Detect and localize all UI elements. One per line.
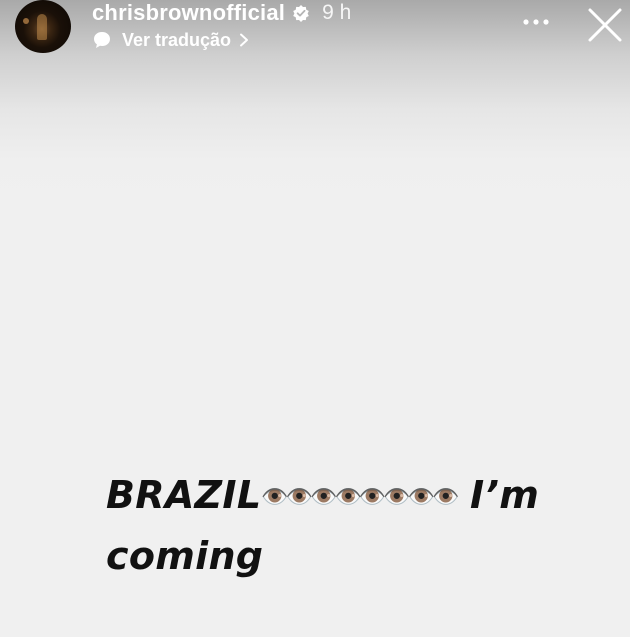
story-caption: BRAZIL👁️👁️👁️👁️👁️👁️👁️👁️ I’m coming	[106, 466, 586, 585]
translate-label: Ver tradução	[122, 29, 232, 50]
translate-link[interactable]: Ver tradução	[92, 28, 249, 52]
avatar-light	[23, 18, 29, 24]
story-header: chrisbrownofficial 9 h Ver tradução	[0, 0, 630, 60]
avatar-figure	[37, 14, 47, 40]
verified-badge-icon	[292, 4, 310, 22]
time-ago: 9 h	[322, 1, 352, 24]
username-row: chrisbrownofficial 9 h	[92, 0, 351, 26]
caption-line-1: BRAZIL👁️👁️👁️👁️👁️👁️👁️👁️ I’m	[106, 466, 586, 527]
username[interactable]: chrisbrownofficial	[92, 0, 285, 26]
caption-line-2: coming	[106, 534, 264, 578]
avatar[interactable]	[15, 0, 71, 53]
story-view: chrisbrownofficial 9 h Ver tradução BRAZ…	[0, 0, 630, 637]
eyes-emoji: 👁️👁️👁️👁️👁️👁️👁️👁️	[261, 485, 459, 510]
caption-word-brazil: BRAZIL	[106, 473, 262, 517]
more-horizontal-icon[interactable]	[520, 12, 552, 32]
close-icon[interactable]	[586, 6, 624, 44]
chevron-right-icon	[239, 33, 249, 47]
speech-bubble-icon	[92, 30, 112, 50]
caption-word-im: I’m	[456, 473, 540, 517]
